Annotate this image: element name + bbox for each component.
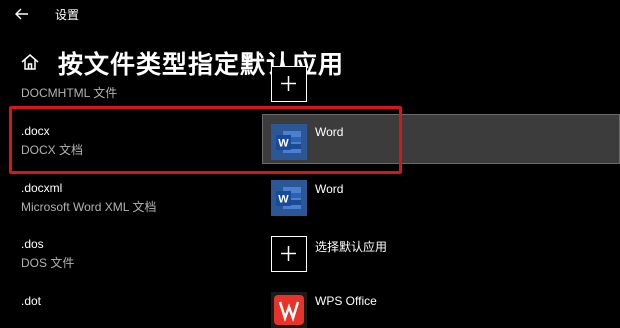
word-icon: W <box>276 187 301 209</box>
wps-icon <box>274 295 304 325</box>
back-button[interactable] <box>12 4 32 24</box>
file-type-desc: DOCMHTML 文件 <box>21 86 118 100</box>
plus-icon <box>281 76 296 91</box>
arrow-left-icon <box>15 8 28 20</box>
window-title: 设置 <box>55 8 80 22</box>
choose-app-button[interactable] <box>271 66 307 102</box>
file-type-ext: .docxml <box>21 181 63 195</box>
home-button[interactable] <box>20 52 40 72</box>
app-name: Word <box>315 182 344 196</box>
file-type-desc: DOS 文件 <box>21 256 75 270</box>
app-name: 选择默认应用 <box>315 240 388 254</box>
default-app-button-docxml[interactable]: W <box>271 180 307 216</box>
file-type-ext: .dos <box>21 237 44 251</box>
file-type-ext: .dot <box>21 294 42 308</box>
plus-icon <box>281 246 296 261</box>
choose-app-button-dos[interactable] <box>271 236 307 272</box>
file-type-desc: Microsoft Word XML 文档 <box>21 200 157 214</box>
svg-text:W: W <box>278 194 289 206</box>
home-icon <box>21 54 39 70</box>
highlight-box <box>9 106 402 174</box>
app-name: WPS Office <box>315 294 377 308</box>
default-app-button-dot[interactable] <box>271 292 307 328</box>
title-bar: 设置 <box>0 0 620 28</box>
